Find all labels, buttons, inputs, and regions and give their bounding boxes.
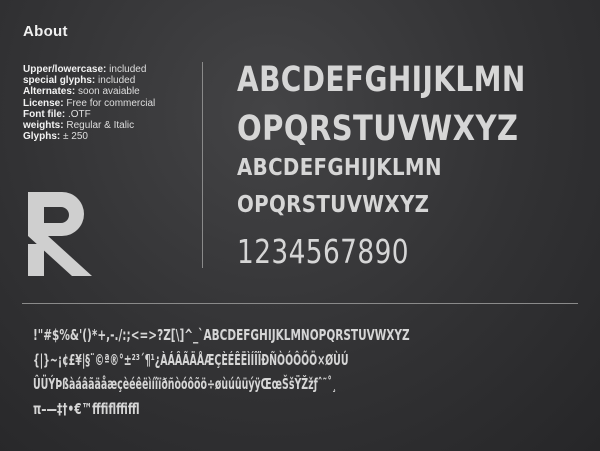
charset-line-4: π–—‡†•€™ﬀﬁﬂﬃﬄ: [33, 400, 140, 418]
spec-label: Font file:: [23, 108, 66, 120]
specimen-uppercase-line-1: ABCDEFGHIJKLMN: [237, 60, 526, 100]
spec-label: weights:: [23, 120, 64, 132]
spec-row: Upper/lowercase: included: [23, 64, 155, 75]
spec-value: ± 250: [63, 131, 88, 143]
spec-value: Regular & Italic: [66, 120, 135, 132]
stylized-r-logo-icon: [28, 192, 92, 276]
specimen-lowercase-line-1: ABCDEFGHIJKLMN: [237, 155, 442, 181]
horizontal-divider: [22, 303, 578, 304]
spec-row: weights: Regular & Italic: [23, 120, 155, 131]
spec-row: Alternates: soon avaiable: [23, 86, 155, 97]
spec-row: Font file: .OTF: [23, 109, 155, 120]
spec-value: included: [109, 64, 147, 75]
specimen-lowercase-line-2: OPQRSTUVWXYZ: [237, 192, 430, 218]
charset-line-1: !"#$%&'()*+,-./:;<=>?Z[\]^_`ABCDEFGHIJKL…: [33, 326, 410, 344]
spec-label: License:: [23, 97, 64, 109]
specimen-uppercase-line-2: OPQRSTUVWXYZ: [237, 109, 519, 149]
font-specs-list: Upper/lowercase: included special glyphs…: [23, 64, 155, 142]
spec-label: Glyphs:: [23, 131, 61, 143]
section-heading: About: [23, 23, 68, 40]
spec-value: .OTF: [68, 108, 91, 120]
charset-line-3: ÛÜÝÞßàáâãäåæçèéêëìíîïðñòóôõö÷øùúûüýÿŒœŠš…: [33, 375, 337, 393]
spec-value: soon avaiable: [78, 86, 140, 98]
specimen-numerals: 1234567890: [237, 232, 409, 271]
spec-row: special glyphs: included: [23, 75, 155, 86]
charset-line-2: {|}~¡¢£¥|§¨©ª®°±²³´¶¹¿ÀÁÂÃÄÅÆÇÈÉÊËÌÍÎÏÐÑ…: [33, 351, 349, 369]
spec-row: Glyphs: ± 250: [23, 131, 155, 142]
vertical-divider: [202, 62, 203, 268]
spec-value: included: [98, 75, 136, 87]
spec-row: License: Free for commercial: [23, 98, 155, 109]
spec-label: special glyphs:: [23, 75, 96, 87]
spec-value: Free for commercial: [66, 97, 156, 109]
spec-label: Alternates:: [23, 86, 76, 98]
spec-label: Upper/lowercase:: [23, 64, 107, 75]
